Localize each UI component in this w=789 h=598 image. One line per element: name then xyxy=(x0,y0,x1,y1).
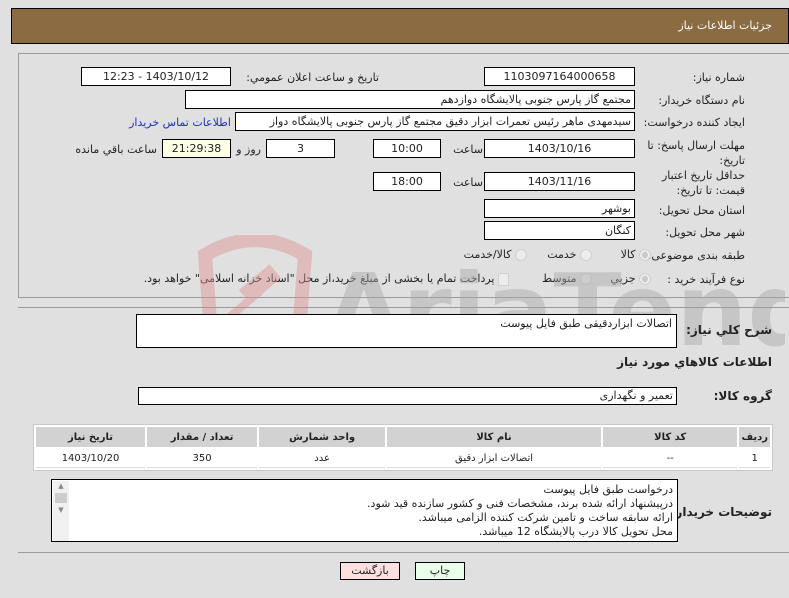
goods-section-title: اطلاعات کالاهاي مورد نیاز xyxy=(617,355,772,369)
cell-qty: 350 xyxy=(147,449,258,468)
city-field: کنگان xyxy=(484,221,635,240)
bottom-divider xyxy=(18,552,789,553)
need-number-field: 1103097164000658 xyxy=(484,67,635,86)
deadline-label: مهلت ارسال پاسخ: تا تاریخ: xyxy=(647,139,745,167)
province-field: بوشهر xyxy=(484,199,635,218)
col-unit: واحد شمارش xyxy=(259,427,386,447)
buyer-notes-scrollbar[interactable]: ▲ ▼ xyxy=(53,481,69,541)
divider xyxy=(18,307,789,308)
days-remaining-field: 3 xyxy=(266,139,335,158)
time-remaining-field: 21:29:38 xyxy=(162,139,231,158)
scroll-up-icon[interactable]: ▲ xyxy=(53,481,69,491)
col-row: ردیف xyxy=(739,427,770,447)
goods-table-header: ردیف کد کالا نام کالا واحد شمارش تعداد /… xyxy=(36,427,770,447)
col-date: تاریخ نیاز xyxy=(36,427,146,447)
purchase-process-label: نوع فرآیند خرید : xyxy=(667,273,745,286)
goods-table: ردیف کد کالا نام کالا واحد شمارش تعداد /… xyxy=(33,424,773,471)
buyer-notes-label: توضیحات خریدار: xyxy=(670,505,772,519)
price-validity-date-field: 1403/11/16 xyxy=(484,172,635,191)
process-medium-radio[interactable] xyxy=(580,273,592,285)
treasury-checkbox[interactable] xyxy=(498,272,509,286)
deadline-time-field: 10:00 xyxy=(373,139,441,158)
scroll-thumb[interactable] xyxy=(55,493,67,503)
buyer-org-field: مجتمع گاز پارس جنوبی پالایشگاه دوازدهم xyxy=(185,90,635,109)
price-validity-time-label: ساعت xyxy=(453,176,483,189)
category-label: طبقه بندی موضوعی: xyxy=(647,249,745,262)
process-minor-radio[interactable] xyxy=(639,273,651,285)
price-validity-time-field: 18:00 xyxy=(373,172,441,191)
buyer-note-line: ارائه سابقه ساخت و تامین شرکت کننده الزا… xyxy=(418,511,673,524)
buyer-contact-link[interactable]: اطلاعات تماس خریدار xyxy=(129,116,231,129)
buyer-note-line: محل تحویل کالا درب پالایشگاه 12 میباشد. xyxy=(478,525,673,538)
col-name: نام کالا xyxy=(387,427,601,447)
process-option-medium[interactable]: متوسط xyxy=(542,272,592,285)
buyer-note-line: درخواست طبق فایل پیوست xyxy=(543,483,673,496)
time-remaining-label: ساعت باقي مانده xyxy=(75,143,157,156)
city-label: شهر محل تحویل: xyxy=(665,226,745,239)
cell-unit: عدد xyxy=(259,449,386,468)
cell-code: -- xyxy=(602,449,738,468)
category-option-goods[interactable]: کالا xyxy=(621,248,651,261)
table-row: 1 -- اتصالات ابزار دقیق عدد 350 1403/10/… xyxy=(36,449,770,468)
col-code: کد کالا xyxy=(602,427,738,447)
deadline-date-field: 1403/10/16 xyxy=(484,139,635,158)
category-goods-radio[interactable] xyxy=(639,249,651,261)
category-option-goods-service[interactable]: کالا/خدمت xyxy=(464,248,527,261)
print-button[interactable]: چاپ xyxy=(415,562,465,580)
buyer-org-label: نام دستگاه خریدار: xyxy=(658,94,745,107)
requester-field: سیدمهدی ماهر رئیس تعمرات ابزار دقیق مجتم… xyxy=(235,112,635,131)
deadline-time-label: ساعت xyxy=(453,143,483,156)
category-service-radio[interactable] xyxy=(580,249,592,261)
buyer-note-line: درپیشنهاد ارائه شده برند، مشخصات فنی و ک… xyxy=(367,497,673,510)
announce-date-field: 1403/10/12 - 12:23 xyxy=(81,67,231,86)
need-number-label: شماره نیاز: xyxy=(692,71,745,84)
days-label: روز و xyxy=(236,143,261,156)
page-header: جزئیات اطلاعات نیاز xyxy=(11,8,789,44)
summary-label: شرح کلي نیاز: xyxy=(686,323,772,337)
treasury-option[interactable]: پرداخت تمام یا بخشی از مبلغ خرید،از محل … xyxy=(144,272,509,286)
price-validity-label: حداقل تاریخ اعتبار قیمت: تا تاریخ: xyxy=(661,169,745,197)
scroll-down-icon[interactable]: ▼ xyxy=(53,505,69,515)
summary-textarea[interactable]: اتصالات ابزاردقیقی طبق فایل پیوست xyxy=(136,314,677,348)
cell-name: اتصالات ابزار دقیق xyxy=(387,449,601,468)
goods-group-field: تعمیر و نگهداری xyxy=(138,387,677,405)
cell-date: 1403/10/20 xyxy=(36,449,146,468)
col-qty: تعداد / مقدار xyxy=(147,427,258,447)
back-button[interactable]: بازگشت xyxy=(340,562,400,580)
category-goods-service-radio[interactable] xyxy=(515,249,527,261)
goods-group-label: گروه کالا: xyxy=(713,389,772,403)
page-title: جزئیات اطلاعات نیاز xyxy=(678,19,772,32)
announce-date-label: تاریخ و ساعت اعلان عمومي: xyxy=(246,71,379,84)
requester-label: ایجاد کننده درخواست: xyxy=(643,116,745,129)
process-option-minor[interactable]: جزیي xyxy=(610,272,651,285)
buyer-notes-textarea[interactable]: درخواست طبق فایل پیوست درپیشنهاد ارائه ش… xyxy=(51,479,678,542)
cell-row: 1 xyxy=(739,449,770,468)
category-option-service[interactable]: خدمت xyxy=(547,248,592,261)
province-label: استان محل تحویل: xyxy=(658,204,745,217)
